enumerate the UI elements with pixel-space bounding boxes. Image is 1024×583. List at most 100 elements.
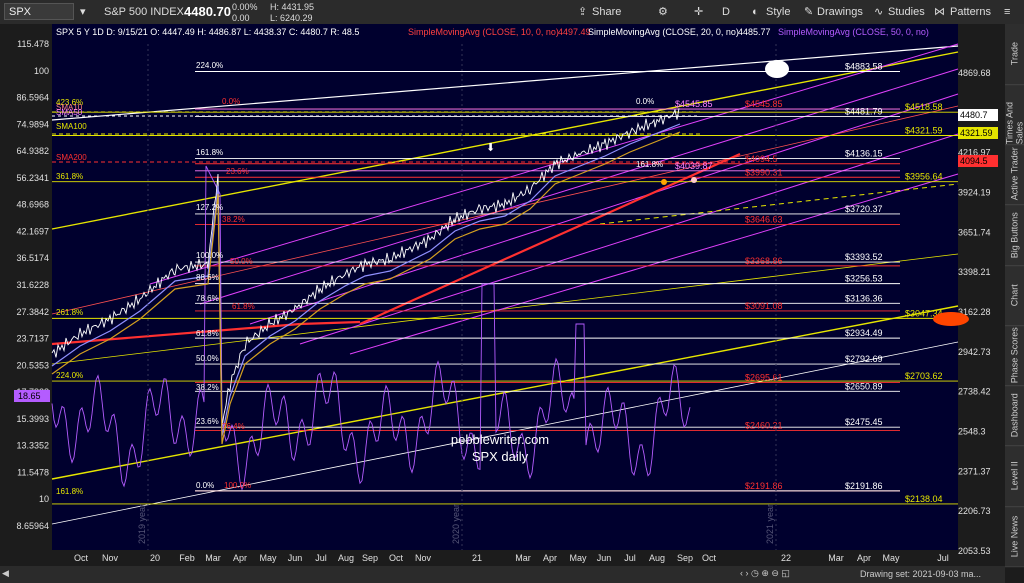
inner-fib-label: 23.6% bbox=[226, 167, 249, 176]
inner-fib-label: 61.8% bbox=[196, 329, 219, 338]
x-tick-label: Mar bbox=[828, 553, 844, 563]
sidebar-tab-6[interactable]: Dashboard bbox=[1005, 385, 1024, 447]
drawings-button[interactable]: Drawings bbox=[817, 0, 863, 24]
style-button[interactable]: Style bbox=[766, 0, 790, 24]
x-tick-label: Jul bbox=[624, 553, 636, 563]
sidebar-tab-4[interactable]: Chart bbox=[1005, 264, 1024, 327]
interval-button[interactable]: D bbox=[722, 0, 730, 24]
price-badge-text: 4480.7 bbox=[960, 110, 988, 120]
inner-fib-label: 50.0% bbox=[196, 354, 219, 363]
inner-fib-label: 0.0% bbox=[222, 97, 240, 106]
inner-fib-label: 23.6% bbox=[196, 417, 219, 426]
target-ellipse-white bbox=[765, 60, 789, 78]
y-tick-label: 36.5174 bbox=[16, 253, 49, 263]
crosshair-icon[interactable]: ✛ bbox=[694, 0, 703, 24]
scroll-left-icon[interactable]: ◀ bbox=[2, 568, 9, 579]
last-price: 4480.70 bbox=[184, 4, 231, 19]
style-icon: ◐ bbox=[752, 6, 759, 18]
y-tick-label: 15.3993 bbox=[16, 414, 49, 424]
inner-fib-label: 0.0% bbox=[636, 97, 654, 106]
fib-level-label: $3990.31 bbox=[745, 167, 783, 177]
price-badge-text: 4094.5 bbox=[960, 156, 988, 166]
sidebar-tab-3[interactable]: Big Buttons bbox=[1005, 204, 1024, 266]
x-tick-label: Sep bbox=[677, 553, 693, 563]
x-tick-label: Sep bbox=[362, 553, 378, 563]
chevron-down-icon[interactable]: ▾ bbox=[80, 0, 86, 24]
sidebar-tab-5[interactable]: Phase Scores bbox=[1005, 325, 1024, 387]
x-tick-label: May bbox=[882, 553, 900, 563]
studies-button[interactable]: Studies bbox=[888, 0, 925, 24]
price-badge-text: 4321.59 bbox=[960, 128, 993, 138]
sidebar-tab-1[interactable]: Times And Sales bbox=[1005, 84, 1024, 146]
fib-level-label: $2191.86 bbox=[845, 481, 883, 491]
navigation-icons[interactable]: ‹ › ◷ ⊕ ⊖ ◱ bbox=[740, 568, 790, 579]
x-tick-label: Apr bbox=[233, 553, 247, 563]
inner-fib-label: 76.4% bbox=[222, 422, 245, 431]
inner-fib-label: 38.2% bbox=[196, 383, 219, 392]
share-button[interactable]: Share bbox=[592, 0, 621, 24]
chart[interactable]: $4883.58 $4545.85 $4545.85 $4518.58 $4481.79… bbox=[0, 24, 1005, 566]
y-tick-label: 27.3842 bbox=[16, 307, 49, 317]
inner-fib-label: 78.6% bbox=[196, 294, 219, 303]
sidebar-tab-2[interactable]: Active Trader bbox=[1005, 144, 1024, 206]
x-tick-label: May bbox=[569, 553, 587, 563]
fib-level-label: $2650.89 bbox=[845, 381, 883, 391]
x-tick-label: Nov bbox=[415, 553, 432, 563]
x-tick-label: Apr bbox=[543, 553, 557, 563]
y-tick-label: 86.5964 bbox=[16, 93, 49, 103]
right-tick-label: 2053.53 bbox=[958, 546, 991, 556]
fib-level-label: $4883.58 bbox=[845, 62, 883, 72]
sidebar-tab-7[interactable]: Level II bbox=[1005, 445, 1024, 507]
y-tick-label: 23.7137 bbox=[16, 334, 49, 344]
y-tick-label: 31.6228 bbox=[16, 280, 49, 290]
symbol-text: SPX bbox=[9, 6, 32, 18]
fib-level-label: $3393.52 bbox=[845, 252, 883, 262]
fib-level-label: $4094.5 bbox=[745, 154, 778, 164]
left-fib-label: SMA50 bbox=[56, 108, 83, 117]
patterns-icon: ⋈ bbox=[934, 6, 945, 18]
right-tick-label: 4869.68 bbox=[958, 68, 991, 78]
watermark-caption: SPX daily bbox=[472, 449, 529, 464]
fib-level-label: $4481.79 bbox=[845, 106, 883, 116]
sma10-legend: SimpleMovingAvg (CLOSE, 10, 0, no) bbox=[408, 27, 559, 37]
down-arrow-icon: ⬇ bbox=[486, 142, 495, 154]
inner-fib-label: 38.2% bbox=[222, 215, 245, 224]
x-tick-label: Oct bbox=[74, 553, 89, 563]
right-tick-label: 3398.21 bbox=[958, 267, 991, 277]
fib-level-label: $3136.36 bbox=[845, 293, 883, 303]
sma50-legend: SimpleMovingAvg (CLOSE, 50, 0, no) bbox=[778, 27, 929, 37]
fib-level-label: $2934.49 bbox=[845, 328, 883, 338]
sidebar-tab-0[interactable]: Trade bbox=[1005, 24, 1024, 86]
studies-icon: ∿ bbox=[874, 6, 884, 18]
x-tick-label: Mar bbox=[205, 553, 221, 563]
x-tick-label: Aug bbox=[338, 553, 354, 563]
target-ellipse-red bbox=[933, 312, 969, 326]
y-tick-label: 115.478 bbox=[17, 39, 49, 49]
left-fib-label: 161.8% bbox=[56, 487, 83, 496]
menu-icon[interactable]: ≡ bbox=[1004, 0, 1010, 24]
right-tick-label: 3651.74 bbox=[958, 227, 991, 237]
sma20-legend: SimpleMovingAvg (CLOSE, 20, 0, no) bbox=[588, 27, 739, 37]
inner-fib-label: 100.0% bbox=[224, 481, 251, 490]
y-tick-label: 10 bbox=[39, 494, 49, 504]
watermark-site: pebblewriter.com bbox=[451, 432, 549, 447]
fib-level-label: $3091.08 bbox=[745, 301, 783, 311]
inner-fib-label: 61.8% bbox=[232, 302, 255, 311]
fib-level-label: $3256.53 bbox=[845, 274, 883, 284]
y-tick-label: 42.1697 bbox=[16, 226, 49, 236]
fib-level-label: $3720.37 bbox=[845, 204, 883, 214]
y-tick-label: 13.3352 bbox=[16, 441, 49, 451]
settings-icon[interactable]: ⚙ bbox=[658, 0, 668, 24]
x-tick-label: Mar bbox=[515, 553, 531, 563]
fib-level-label: $2792.69 bbox=[845, 354, 883, 364]
inner-fib-label: 161.8% bbox=[196, 148, 223, 157]
x-tick-label: 21 bbox=[472, 553, 482, 563]
symbol-input[interactable]: SPX bbox=[4, 3, 74, 20]
fib-level-label: $2703.62 bbox=[905, 371, 943, 381]
drawing-set[interactable]: Drawing set: 2021-09-03 ma... bbox=[860, 569, 981, 579]
target-dot-orange bbox=[661, 179, 667, 185]
patterns-button[interactable]: Patterns bbox=[950, 0, 991, 24]
sidebar-tab-8[interactable]: Live News bbox=[1005, 505, 1024, 567]
fib-level-label: $2475.45 bbox=[845, 417, 883, 427]
fib-level-label: $4321.59 bbox=[905, 126, 943, 136]
